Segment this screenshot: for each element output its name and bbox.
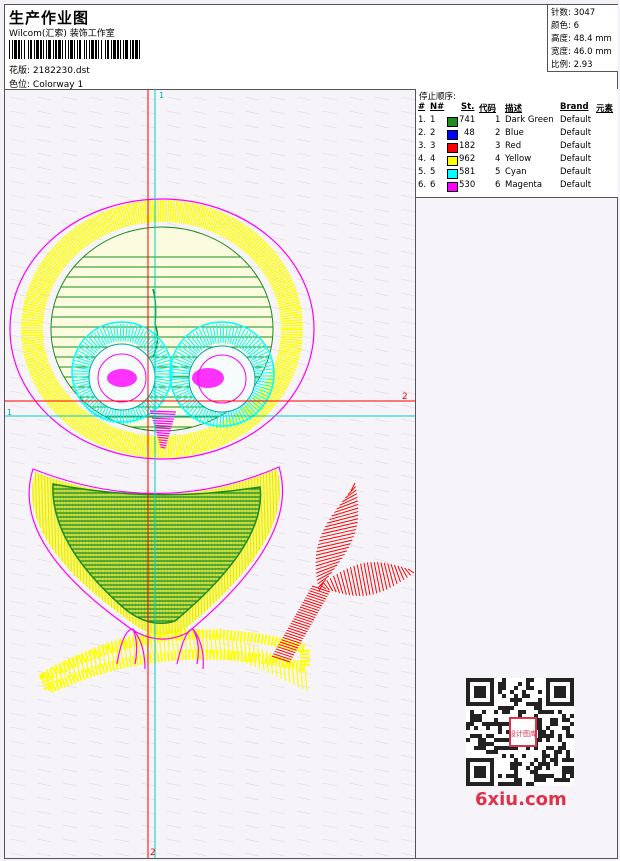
pattern-label: 花版: (9, 66, 31, 76)
watermark-stamp: 设计图库 (509, 729, 537, 738)
row-brand: Default (560, 180, 592, 190)
stop-sequence-table: 停止顺序: # N# St. 代码 描述 Brand 元素 1. 1 741 1… (416, 89, 618, 198)
row-seq: 1. (418, 115, 427, 125)
pattern-line: 花版: 2182230.dst (9, 63, 90, 76)
owl-embroidery: 1 2 1 2 (5, 89, 415, 858)
color-swatch (447, 130, 458, 140)
table-row: 2. 2 48 2 Blue Default (416, 128, 618, 141)
pattern-value: 2182230.dst (32, 66, 90, 76)
watermark-text: 6xiu.com (475, 789, 567, 810)
stat-label: 颜色: (551, 21, 571, 31)
stat-value: 6 (573, 21, 579, 31)
design-preview: 1 2 1 2 (5, 89, 415, 858)
stat-label: 高度: (551, 34, 571, 44)
row-brand: Default (560, 154, 592, 164)
row-st: 581 (459, 167, 476, 177)
row-code: 4 (495, 154, 501, 164)
axis-label-h-left: 1 (7, 408, 12, 417)
row-seq: 6. (418, 180, 427, 190)
row-st: 741 (459, 115, 476, 125)
stat-value: 3047 (573, 8, 596, 18)
header-no: N# (430, 102, 445, 112)
row-st: 530 (459, 180, 476, 190)
row-st: 182 (459, 141, 476, 151)
row-no: 1 (430, 115, 436, 125)
row-seq: 3. (418, 141, 427, 151)
row-code: 5 (495, 167, 501, 177)
row-st: 962 (459, 154, 476, 164)
row-brand: Default (560, 115, 592, 125)
row-seq: 2. (418, 128, 427, 138)
row-desc: Yellow (505, 154, 532, 164)
header-desc: 描述 (505, 104, 523, 114)
stat-value: 48.4 mm (573, 34, 612, 44)
stat-value: 2.93 (573, 60, 593, 70)
stat-value: 46.0 mm (573, 47, 612, 57)
header-element: 元素 (596, 104, 614, 114)
row-desc: Red (505, 141, 522, 151)
row-st: 48 (464, 128, 475, 138)
table-row: 6. 6 530 6 Magenta Default (416, 180, 618, 193)
row-brand: Default (560, 167, 592, 177)
sheet-title: 生产作业图 (9, 9, 90, 27)
stat-stitches: 针数: 3047 (551, 6, 595, 18)
row-seq: 5. (418, 167, 427, 177)
row-code: 1 (495, 115, 501, 125)
sequence-title: 停止顺序: (419, 92, 456, 102)
tail-feather (271, 482, 415, 663)
table-row: 4. 4 962 4 Yellow Default (416, 154, 618, 167)
row-desc: Cyan (505, 167, 527, 177)
axis-label-v-bottom: 2 (150, 848, 156, 858)
row-no: 3 (430, 141, 436, 151)
company-name: Wilcom(汇索) 装饰工作室 (9, 29, 115, 39)
stat-label: 比例: (551, 60, 571, 70)
stat-colors: 颜色: 6 (551, 19, 579, 31)
row-seq: 4. (418, 154, 427, 164)
row-code: 2 (495, 128, 501, 138)
row-code: 6 (495, 180, 501, 190)
stat-height: 高度: 48.4 mm (551, 32, 612, 44)
table-row: 1. 1 741 1 Dark Green Default (416, 115, 618, 128)
row-brand: Default (560, 128, 592, 138)
header-seq: # (418, 102, 426, 112)
row-desc: Blue (505, 128, 524, 138)
qr-code: 设计图库 (466, 678, 574, 786)
row-brand: Default (560, 141, 592, 151)
stat-scale: 比例: 2.93 (551, 58, 593, 70)
stat-width: 宽度: 46.0 mm (551, 45, 612, 57)
color-swatch (447, 169, 458, 179)
row-no: 6 (430, 180, 436, 190)
row-no: 5 (430, 167, 436, 177)
row-desc: Magenta (505, 180, 543, 190)
row-no: 2 (430, 128, 436, 138)
row-desc: Dark Green (505, 115, 554, 125)
color-swatch (447, 182, 458, 192)
header-code: 代码 (479, 104, 497, 114)
color-swatch (447, 156, 458, 166)
color-swatch (447, 117, 458, 127)
table-row: 3. 3 182 3 Red Default (416, 141, 618, 154)
color-swatch (447, 143, 458, 153)
stats-box: 针数: 3047 颜色: 6 高度: 48.4 mm 宽度: 46.0 mm 比… (547, 5, 618, 72)
axis-label-h-right: 2 (402, 392, 408, 402)
table-row: 5. 5 581 5 Cyan Default (416, 167, 618, 180)
branch-shape (38, 629, 310, 696)
stat-label: 宽度: (551, 47, 571, 57)
header-brand: Brand (560, 102, 589, 112)
row-no: 4 (430, 154, 436, 164)
barcode (9, 40, 140, 59)
row-code: 3 (495, 141, 501, 151)
sheet-header: 生产作业图 Wilcom(汇索) 装饰工作室 花版: 2182230.dst 色… (5, 5, 617, 90)
stat-label: 针数: (551, 8, 571, 18)
axis-label-v-top: 1 (159, 91, 164, 100)
branch-stitches (46, 628, 308, 692)
header-st: St. (461, 102, 475, 112)
